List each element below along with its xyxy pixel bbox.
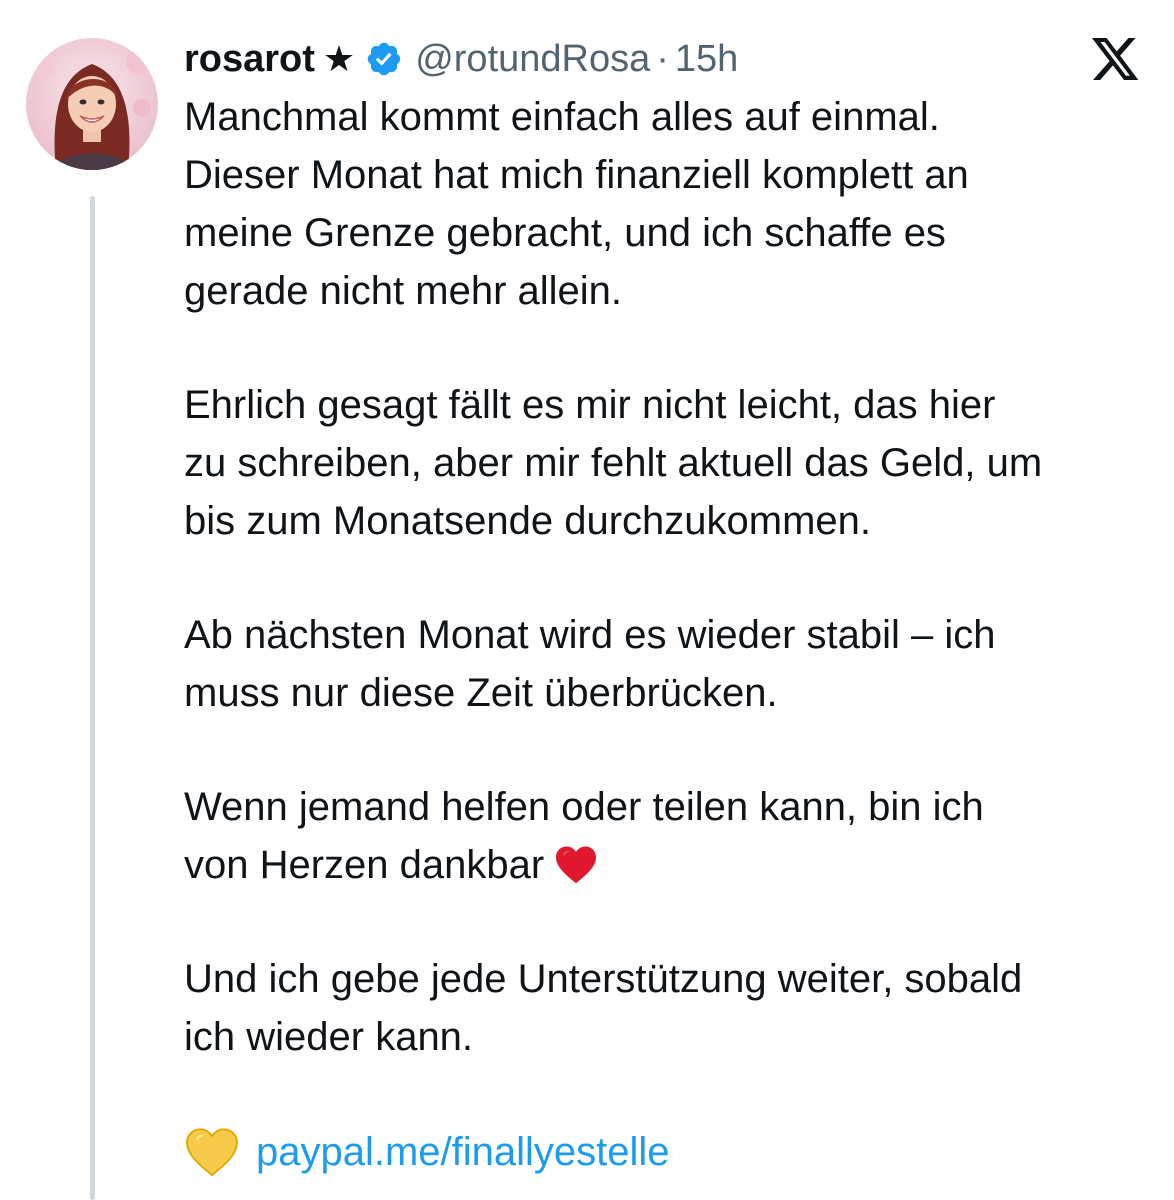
display-name[interactable]: rosarot <box>184 38 315 81</box>
name-star-symbol: ★ <box>322 38 356 79</box>
link-row: paypal.me/finallyestelle <box>184 1122 670 1182</box>
separator-dot: · <box>656 37 669 80</box>
tweet-body: Manchmal kommt einfach alles auf einmal.… <box>184 88 1159 1066</box>
tweet-paragraph-3: Ab nächsten Monat wird es wieder stabil … <box>184 613 996 715</box>
tweet-paragraph-2: Ehrlich gesagt fällt es mir nicht leicht… <box>184 383 1043 543</box>
avatar-image <box>26 38 158 170</box>
user-handle[interactable]: @rotundRosa <box>415 38 650 81</box>
yellow-heart-icon <box>186 1128 238 1177</box>
red-heart-icon <box>556 846 597 884</box>
thread-line <box>90 196 95 1200</box>
tweet: rosarot ★ @rotundRosa · 15h Manchmal kom… <box>0 0 1174 1200</box>
tweet-paragraph-1: Manchmal kommt einfach alles auf einmal.… <box>184 95 969 313</box>
tweet-header: rosarot ★ @rotundRosa · 15h <box>184 30 738 88</box>
avatar[interactable] <box>26 38 158 170</box>
tweet-paragraph-5: Und ich gebe jede Unterstützung weiter, … <box>184 957 1023 1059</box>
paypal-link[interactable]: paypal.me/finallyestelle <box>256 1130 670 1175</box>
x-logo-icon[interactable] <box>1092 38 1140 82</box>
tweet-paragraph-4: Wenn jemand helfen oder teilen kann, bin… <box>184 778 1159 894</box>
timestamp[interactable]: 15h <box>675 38 738 81</box>
verified-badge-icon <box>367 42 401 76</box>
